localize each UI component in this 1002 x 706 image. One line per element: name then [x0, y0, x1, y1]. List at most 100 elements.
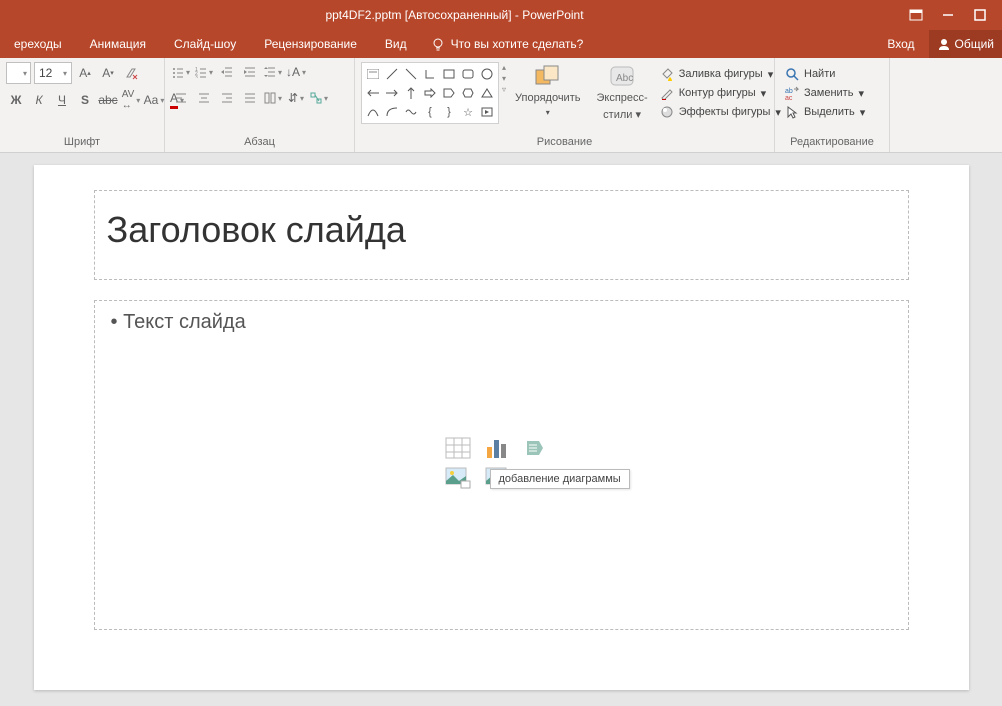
cursor-icon [785, 105, 799, 119]
shape-curve-icon[interactable] [364, 103, 382, 121]
font-group-label: Шрифт [6, 134, 158, 152]
shapes-gallery[interactable]: { } ☆ [361, 62, 499, 124]
title-bar: ppt4DF2.pptm [Автосохраненный] - PowerPo… [0, 0, 1002, 30]
increase-indent-button[interactable] [240, 62, 260, 82]
tab-review[interactable]: Рецензирование [250, 30, 371, 58]
smartart-button[interactable] [309, 88, 329, 108]
justify-button[interactable] [240, 88, 260, 108]
replace-button[interactable]: abacЗаменить ▾ [781, 85, 869, 101]
insert-smartart-icon[interactable] [524, 436, 552, 460]
svg-text:Abc: Abc [616, 73, 633, 84]
case-button[interactable]: Aa [144, 90, 164, 110]
shape-triangle-icon[interactable] [478, 84, 496, 102]
svg-text:ac: ac [785, 95, 793, 100]
shape-line-icon[interactable] [383, 65, 401, 83]
shape-arrow-u-icon[interactable] [402, 84, 420, 102]
group-editing: Найти abacЗаменить ▾ Выделить ▾ Редактир… [775, 58, 890, 152]
share-label: Общий [955, 37, 995, 51]
tab-transitions[interactable]: ереходы [0, 30, 76, 58]
increase-font-icon[interactable]: A▴ [75, 63, 95, 83]
insert-chart-icon[interactable] [484, 436, 512, 460]
group-drawing: { } ☆ ▴ ▾ ▿ Упорядочить ▾ Abc Экспресс- … [355, 58, 775, 152]
font-family-select[interactable]: ▾ [6, 62, 31, 84]
shape-star-icon[interactable]: ☆ [459, 103, 477, 121]
align-center-button[interactable] [194, 88, 214, 108]
font-size-select[interactable]: 12▾ [34, 62, 72, 84]
tell-me-text: Что вы хотите сделать? [451, 37, 584, 51]
minimize-icon[interactable] [941, 8, 955, 22]
arrange-button[interactable]: Упорядочить ▾ [507, 62, 588, 119]
text-direction-button[interactable]: ↓A [286, 62, 306, 82]
shape-outline-button[interactable]: Контур фигуры ▾ [656, 85, 785, 101]
shape-textbox-icon[interactable] [364, 65, 382, 83]
align-right-button[interactable] [217, 88, 237, 108]
group-font: ▾ 12▾ A▴ A▾ Ж К Ч S abc AV↔ Aa A Шрифт [0, 58, 165, 152]
arrange-label: Упорядочить [515, 92, 580, 104]
shape-hexagon-icon[interactable] [459, 84, 477, 102]
shape-arrow-block-icon[interactable] [421, 84, 439, 102]
window-controls [909, 8, 1002, 22]
search-icon [785, 67, 799, 81]
shape-roundrect-icon[interactable] [459, 65, 477, 83]
shape-arrow-r-icon[interactable] [383, 84, 401, 102]
shape-circle-icon[interactable] [478, 65, 496, 83]
columns-button[interactable] [263, 88, 283, 108]
group-paragraph: 123 ↓A ⇵ Абзац [165, 58, 355, 152]
shape-effects-button[interactable]: Эффекты фигуры ▾ [656, 104, 785, 120]
strike-button[interactable]: abc [98, 90, 118, 110]
shape-fill-button[interactable]: Заливка фигуры ▾ [656, 66, 785, 82]
spacing-button[interactable]: AV↔ [121, 90, 141, 110]
content-placeholder[interactable]: Текст слайда добавление диаграммы [94, 300, 909, 630]
window-title: ppt4DF2.pptm [Автосохраненный] - PowerPo… [0, 8, 909, 22]
shape-arc-icon[interactable] [383, 103, 401, 121]
effects-icon [660, 105, 674, 119]
bullets-button[interactable] [171, 62, 191, 82]
body-text[interactable]: Текст слайда [111, 311, 892, 334]
select-button[interactable]: Выделить ▾ [781, 104, 869, 120]
tab-slideshow[interactable]: Слайд-шоу [160, 30, 250, 58]
replace-icon: abac [785, 86, 799, 100]
shape-connector-icon[interactable] [421, 65, 439, 83]
person-icon [937, 37, 951, 51]
sign-in-link[interactable]: Вход [873, 30, 928, 58]
shape-brace-r-icon[interactable]: } [440, 103, 458, 121]
decrease-indent-button[interactable] [217, 62, 237, 82]
shape-rect-icon[interactable] [440, 65, 458, 83]
line-spacing-button[interactable] [263, 62, 283, 82]
svg-text:ab: ab [785, 88, 793, 95]
shape-pentagon-icon[interactable] [440, 84, 458, 102]
quick-styles-label2: стили ▾ [603, 108, 641, 121]
find-button[interactable]: Найти [781, 66, 869, 82]
italic-button[interactable]: К [29, 90, 49, 110]
shadow-button[interactable]: S [75, 90, 95, 110]
tooltip: добавление диаграммы [490, 469, 630, 489]
quick-styles-button[interactable]: Abc Экспресс- стили ▾ [588, 62, 655, 123]
shape-arrow-l-icon[interactable] [364, 84, 382, 102]
menu-bar: ереходы Анимация Слайд-шоу Рецензировани… [0, 30, 1002, 58]
title-placeholder[interactable]: Заголовок слайда [94, 190, 909, 280]
slide[interactable]: Заголовок слайда Текст слайда добавление… [34, 165, 969, 690]
tell-me-search[interactable]: Что вы хотите сделать? [421, 37, 584, 51]
shape-action-icon[interactable] [478, 103, 496, 121]
shape-wave-icon[interactable] [402, 103, 420, 121]
ribbon: ▾ 12▾ A▴ A▾ Ж К Ч S abc AV↔ Aa A Шрифт [0, 58, 1002, 153]
shape-line2-icon[interactable] [402, 65, 420, 83]
underline-button[interactable]: Ч [52, 90, 72, 110]
align-text-button[interactable]: ⇵ [286, 88, 306, 108]
shape-brace-l-icon[interactable]: { [421, 103, 439, 121]
slide-canvas[interactable]: Заголовок слайда Текст слайда добавление… [0, 153, 1002, 706]
insert-table-icon[interactable] [444, 436, 472, 460]
align-left-button[interactable] [171, 88, 191, 108]
ribbon-display-icon[interactable] [909, 8, 923, 22]
maximize-icon[interactable] [973, 8, 987, 22]
title-text[interactable]: Заголовок слайда [107, 209, 406, 250]
tab-animation[interactable]: Анимация [76, 30, 160, 58]
decrease-font-icon[interactable]: A▾ [98, 63, 118, 83]
insert-picture-icon[interactable] [444, 466, 472, 490]
bold-button[interactable]: Ж [6, 90, 26, 110]
share-button[interactable]: Общий [929, 30, 1002, 58]
quick-styles-label1: Экспресс- [596, 92, 647, 104]
clear-format-icon[interactable] [121, 63, 141, 83]
numbering-button[interactable]: 123 [194, 62, 214, 82]
tab-view[interactable]: Вид [371, 30, 421, 58]
